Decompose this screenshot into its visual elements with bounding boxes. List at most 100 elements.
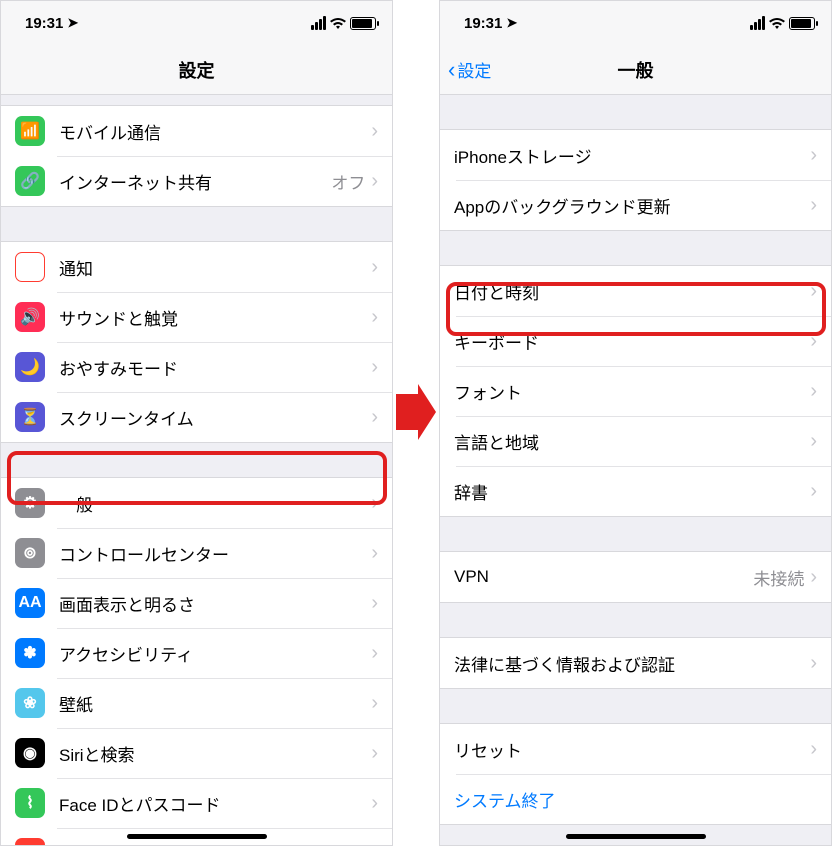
row-label: 通知 xyxy=(59,255,371,280)
row-value: オフ xyxy=(331,169,365,194)
chevron-right-icon: › xyxy=(810,431,817,451)
settings-row[interactable]: VPN未接続 › xyxy=(440,552,831,602)
chevron-right-icon: › xyxy=(371,121,378,141)
chevron-right-icon: › xyxy=(371,693,378,713)
settings-row[interactable]: 🔗 インターネット共有オフ › xyxy=(1,156,392,206)
row-label: Appのバックグラウンド更新 xyxy=(454,193,810,218)
signal-icon xyxy=(311,16,326,30)
cell-icon: 📶 xyxy=(15,116,45,146)
nav-bar: ‹ 設定 一般 xyxy=(440,45,831,95)
chevron-right-icon: › xyxy=(810,195,817,215)
row-label: 言語と地域 xyxy=(454,429,810,454)
settings-row[interactable]: Appのバックグラウンド更新› xyxy=(440,180,831,230)
location-icon: ➤ xyxy=(506,15,517,31)
battery-icon xyxy=(350,17,376,30)
row-label: リセット xyxy=(454,737,810,762)
row-label: Face IDとパスコード xyxy=(59,791,371,816)
back-button[interactable]: ‹ 設定 xyxy=(448,57,491,82)
row-label: フォント xyxy=(454,379,810,404)
nav-bar: 設定 xyxy=(1,45,392,95)
row-label: スクリーンタイム xyxy=(59,405,371,430)
chevron-right-icon: › xyxy=(810,739,817,759)
back-label: 設定 xyxy=(457,57,491,82)
row-label: おやすみモード xyxy=(59,355,371,380)
screentime-icon: ⏳ xyxy=(15,402,45,432)
settings-row[interactable]: 法律に基づく情報および認証› xyxy=(440,638,831,688)
row-label: アクセシビリティ xyxy=(59,641,371,666)
arrow-icon xyxy=(396,384,436,440)
settings-row[interactable]: フォント› xyxy=(440,366,831,416)
row-label: 緊急SOS xyxy=(59,841,371,846)
general-icon: ⚙ xyxy=(15,488,45,518)
settings-row[interactable]: ⚙ 一般› xyxy=(1,478,392,528)
wifi-icon xyxy=(769,17,785,29)
settings-row[interactable]: ⌇ Face IDとパスコード› xyxy=(1,778,392,828)
nav-title: 一般 xyxy=(618,57,654,83)
faceid-icon: ⌇ xyxy=(15,788,45,818)
chevron-right-icon: › xyxy=(371,171,378,191)
screen-settings: 19:31 ➤ 設定 📶モバイル通信›🔗インターネット共有オフ›■通知›🔊サウン… xyxy=(0,0,393,846)
chevron-right-icon: › xyxy=(810,331,817,351)
row-label: インターネット共有 xyxy=(59,169,331,194)
chevron-right-icon: › xyxy=(810,567,817,587)
dnd-icon: 🌙 xyxy=(15,352,45,382)
battery-icon xyxy=(789,17,815,30)
settings-row[interactable]: ◉ Siriと検索› xyxy=(1,728,392,778)
signal-icon xyxy=(750,16,765,30)
settings-row[interactable]: ✽アクセシビリティ› xyxy=(1,628,392,678)
settings-row[interactable]: リセット› xyxy=(440,724,831,774)
row-label: VPN xyxy=(454,567,753,587)
notif-icon: ■ xyxy=(15,252,45,282)
row-label: モバイル通信 xyxy=(59,119,371,144)
settings-row[interactable]: ⏳スクリーンタイム› xyxy=(1,392,392,442)
settings-row[interactable]: AA画面表示と明るさ› xyxy=(1,578,392,628)
settings-row[interactable]: 辞書› xyxy=(440,466,831,516)
chevron-right-icon: › xyxy=(810,381,817,401)
settings-row[interactable]: ❀壁紙› xyxy=(1,678,392,728)
chevron-right-icon: › xyxy=(371,793,378,813)
settings-row[interactable]: 📶 モバイル通信› xyxy=(1,106,392,156)
status-bar: 19:31 ➤ xyxy=(440,1,831,45)
chevron-right-icon: › xyxy=(810,653,817,673)
control-icon: ⊚ xyxy=(15,538,45,568)
chevron-right-icon: › xyxy=(371,307,378,327)
nav-title: 設定 xyxy=(179,57,215,83)
settings-row[interactable]: ⊚コントロールセンター› xyxy=(1,528,392,578)
location-icon: ➤ xyxy=(67,15,78,31)
chevron-left-icon: ‹ xyxy=(448,59,455,81)
link-icon: 🔗 xyxy=(15,166,45,196)
row-value: 未接続 xyxy=(753,565,804,590)
status-time: 19:31 xyxy=(464,15,502,32)
row-label: Siriと検索 xyxy=(59,741,371,766)
row-label: 一般 xyxy=(59,491,371,516)
row-label: 日付と時刻 xyxy=(454,279,810,304)
chevron-right-icon: › xyxy=(810,481,817,501)
row-label: 法律に基づく情報および認証 xyxy=(454,651,810,676)
sos-icon: SOS xyxy=(15,838,45,846)
row-label: サウンドと触覚 xyxy=(59,305,371,330)
settings-row[interactable]: 言語と地域› xyxy=(440,416,831,466)
status-bar: 19:31 ➤ xyxy=(1,1,392,45)
chevron-right-icon: › xyxy=(371,543,378,563)
settings-row[interactable]: キーボード› xyxy=(440,316,831,366)
chevron-right-icon: › xyxy=(810,145,817,165)
row-label: キーボード xyxy=(454,329,810,354)
chevron-right-icon: › xyxy=(371,743,378,763)
siri-icon: ◉ xyxy=(15,738,45,768)
settings-row[interactable]: システム終了 xyxy=(440,774,831,824)
screen-general: 19:31 ➤ ‹ 設定 一般 iPhoneストレージ›Appのバックグラウンド… xyxy=(439,0,832,846)
chevron-right-icon: › xyxy=(371,593,378,613)
home-indicator[interactable] xyxy=(566,834,706,839)
settings-row[interactable]: 日付と時刻› xyxy=(440,266,831,316)
settings-row[interactable]: ■通知› xyxy=(1,242,392,292)
settings-row[interactable]: iPhoneストレージ› xyxy=(440,130,831,180)
home-indicator[interactable] xyxy=(127,834,267,839)
settings-row[interactable]: 🌙 おやすみモード› xyxy=(1,342,392,392)
chevron-right-icon: › xyxy=(371,493,378,513)
chevron-right-icon: › xyxy=(371,357,378,377)
wall-icon: ❀ xyxy=(15,688,45,718)
display-icon: AA xyxy=(15,588,45,618)
sound-icon: 🔊 xyxy=(15,302,45,332)
settings-row[interactable]: 🔊 サウンドと触覚› xyxy=(1,292,392,342)
chevron-right-icon: › xyxy=(810,281,817,301)
